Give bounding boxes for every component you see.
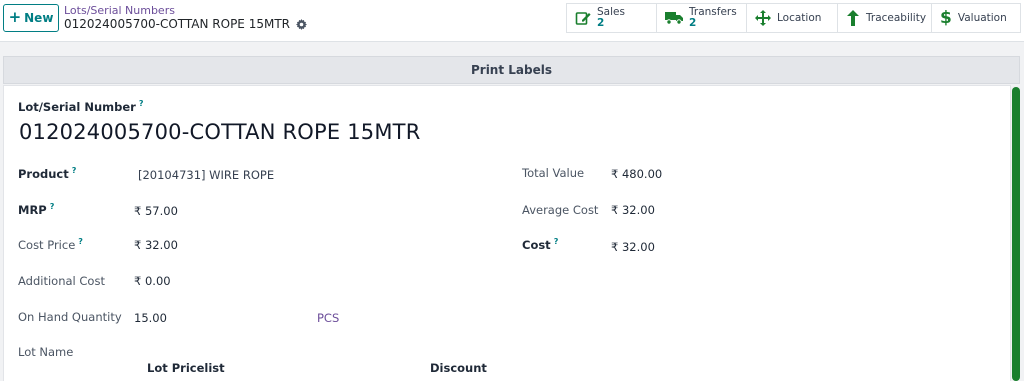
plus-icon: + — [8, 7, 22, 26]
record-title-row: 012024005700-COTTAN ROPE 15MTR — [64, 17, 307, 31]
cost-price-field[interactable]: ₹ 32.00 — [134, 238, 178, 252]
mrp-field[interactable]: ₹ 57.00 — [134, 204, 178, 218]
help-icon[interactable]: ? — [554, 237, 559, 246]
mrp-label: MRP? — [18, 202, 55, 217]
help-icon[interactable]: ? — [139, 99, 144, 108]
transfers-smart-button[interactable]: Transfers 2 — [656, 3, 747, 33]
truck-icon — [665, 12, 683, 25]
additional-cost-label: Additional Cost — [18, 274, 105, 288]
traceability-smart-button[interactable]: Traceability — [837, 3, 932, 33]
transfers-count: 2 — [689, 17, 697, 29]
breadcrumb[interactable]: Lots/Serial Numbers — [64, 4, 175, 17]
record-title: 012024005700-COTTAN ROPE 15MTR — [64, 17, 290, 31]
print-labels-button[interactable]: Print Labels — [3, 56, 1020, 84]
new-button[interactable]: + New — [3, 4, 59, 32]
uom-link[interactable]: PCS — [317, 311, 339, 325]
total-value-field: ₹ 480.00 — [611, 167, 663, 181]
additional-cost-field[interactable]: ₹ 0.00 — [134, 274, 171, 288]
traceability-label: Traceability — [866, 12, 927, 24]
product-label: Product? — [18, 166, 77, 181]
sales-smart-button[interactable]: Sales 2 — [566, 3, 657, 33]
product-field[interactable]: [20104731] WIRE ROPE — [138, 168, 274, 182]
average-cost-label: Average Cost — [522, 203, 599, 217]
help-icon[interactable]: ? — [78, 237, 83, 246]
cost-label: Cost? — [522, 237, 559, 252]
location-smart-button[interactable]: Location — [746, 3, 838, 33]
on-hand-quantity-field: 15.00 — [134, 311, 167, 325]
column-header-lot-pricelist[interactable]: Lot Pricelist — [147, 361, 225, 375]
location-label: Location — [777, 12, 822, 24]
column-header-discount[interactable]: Discount — [430, 361, 487, 375]
lot-label: Lot/Serial Number? — [18, 99, 144, 114]
help-icon[interactable]: ? — [50, 202, 55, 211]
arrow-up-icon — [847, 10, 859, 26]
transfers-label: Transfers — [689, 5, 737, 18]
on-hand-quantity-label: On Hand Quantity — [18, 310, 122, 324]
valuation-smart-button[interactable]: $ Valuation — [931, 3, 1021, 33]
lot-name-value[interactable]: 012024005700-COTTAN ROPE 15MTR — [19, 120, 421, 144]
print-labels-label: Print Labels — [470, 63, 552, 77]
average-cost-field: ₹ 32.00 — [611, 203, 655, 217]
cost-field: ₹ 32.00 — [611, 240, 655, 254]
lot-name-label: Lot Name — [18, 345, 74, 359]
dollar-icon: $ — [940, 7, 952, 28]
scrollbar-thumb[interactable] — [1012, 87, 1020, 381]
sales-count: 2 — [597, 17, 605, 29]
arrows-move-icon — [755, 10, 771, 26]
new-button-label: New — [24, 11, 54, 25]
valuation-label: Valuation — [957, 12, 1007, 24]
edit-icon — [575, 12, 591, 25]
total-value-label: Total Value — [522, 166, 585, 180]
help-icon[interactable]: ? — [72, 166, 77, 175]
cost-price-label: Cost Price? — [18, 237, 83, 252]
control-panel: + New Lots/Serial Numbers 012024005700-C… — [0, 0, 1024, 42]
gear-icon[interactable] — [296, 18, 307, 30]
